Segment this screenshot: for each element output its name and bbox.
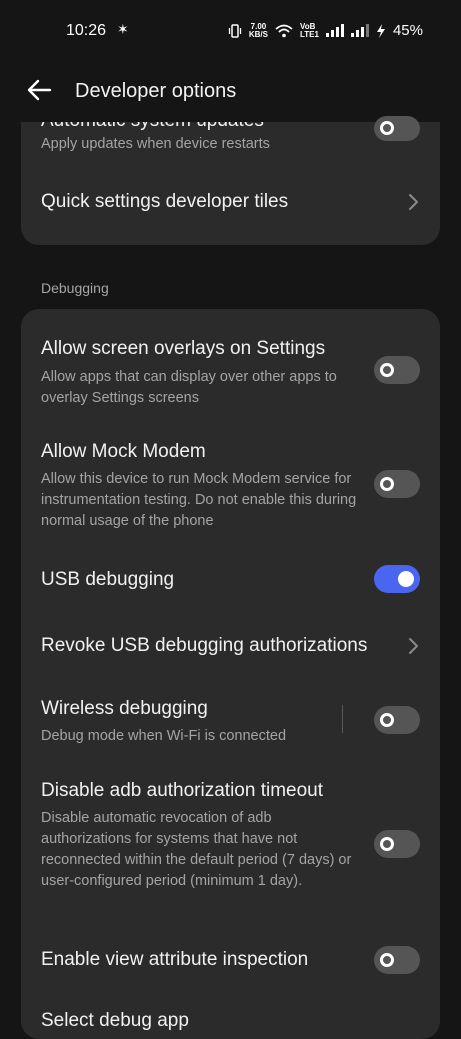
settings-card-debugging [21,309,440,1039]
volte-label-2: LTE1 [300,29,319,39]
adb-timeout-subtitle: Disable automatic revocation of adb auth… [41,810,352,889]
overlays-subtitle: Allow apps that can display over other a… [41,369,337,406]
chevron-right-icon[interactable] [406,636,420,656]
quick-tiles-label[interactable]: Quick settings developer tiles [41,191,288,213]
network-speed-unit: KB/S [248,29,268,39]
clipped-title: Automatic system updates [41,122,371,130]
usb-debugging-title[interactable]: USB debugging [41,569,174,591]
status-bar: 10:26 ✶ 7.00 KB/S VoB LTE1 45% [0,0,461,62]
section-label-debugging: Debugging [41,280,109,296]
divider [342,705,343,733]
mock-modem-toggle[interactable] [374,470,420,498]
select-debug-app-title[interactable]: Select debug app [41,1010,189,1032]
view-attr-title[interactable]: Enable view attribute inspection [41,949,308,971]
mock-modem-subtitle: Allow this device to run Mock Modem serv… [41,471,357,529]
overlays-toggle[interactable] [374,356,420,384]
signal-icon [350,24,369,37]
battery-percent: 45% [392,22,423,39]
adb-timeout-title[interactable]: Disable adb authorization timeout [41,780,323,802]
chevron-right-icon[interactable] [406,192,420,212]
wifi-icon [275,24,293,37]
back-arrow-icon[interactable] [26,76,54,104]
overlays-title[interactable]: Allow screen overlays on Settings [41,338,325,360]
revoke-usb-title[interactable]: Revoke USB debugging authorizations [41,635,367,657]
wireless-debugging-subtitle: Debug mode when Wi-Fi is connected [41,728,287,744]
mock-modem-title[interactable]: Allow Mock Modem [41,441,206,463]
network-speed: 7.00 KB/S [248,22,268,39]
page-title: Developer options [75,80,237,102]
partial-item-subtitle: Apply updates when device restarts [41,136,270,152]
adb-timeout-toggle[interactable] [374,830,420,858]
wireless-debugging-title[interactable]: Wireless debugging [41,698,208,720]
vibrate-icon [228,23,242,38]
status-time: 10:26 [66,22,107,39]
volte-badge: VoB LTE1 [300,22,319,39]
signal-icon [325,24,344,37]
status-icons: 7.00 KB/S VoB LTE1 45% [228,22,423,39]
charging-bolt-icon [376,23,385,38]
view-attr-toggle[interactable] [374,946,420,974]
spark-icon: ✶ [117,21,129,37]
auto-update-toggle[interactable] [374,116,420,141]
usb-debugging-toggle[interactable] [374,565,420,593]
wireless-debugging-toggle[interactable] [374,706,420,734]
